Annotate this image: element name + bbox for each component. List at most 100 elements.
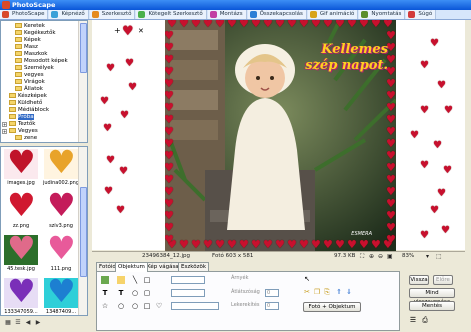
tab-icon	[2, 11, 9, 18]
delete-object-icon[interactable]: ✕	[138, 27, 144, 35]
tree-item[interactable]: Személyek	[15, 65, 54, 72]
tree-item[interactable]: Mosodott képek	[15, 58, 68, 65]
zoom-in-icon[interactable]: ⊕	[369, 253, 374, 260]
tree-item[interactable]: vegyes	[15, 72, 44, 79]
square-icon[interactable]: □	[143, 276, 151, 284]
fit-screen-icon[interactable]: ⛶	[360, 253, 364, 260]
cut-icon[interactable]: ✂	[303, 288, 311, 296]
tree-item[interactable]: Teztők	[9, 121, 35, 128]
forward-arrow-icon[interactable]: ▶	[34, 319, 42, 327]
heart-icon: ♥	[386, 185, 396, 198]
greeting-line-2: szép napot.	[305, 58, 388, 73]
folder-icon	[9, 128, 16, 133]
tree-item[interactable]: Készképek	[9, 93, 47, 100]
thumbnail-item[interactable]: ♥ 13487409...	[41, 274, 81, 315]
bring-front-icon[interactable]: ⇑	[335, 288, 343, 296]
expand-toggle-icon[interactable]: +	[2, 129, 7, 134]
undo-all-button[interactable]: Mind visszavonása	[409, 288, 455, 305]
tree-item-label: Médiáblock	[18, 107, 50, 113]
tree-item[interactable]: Vegyes	[9, 128, 38, 135]
print-icon[interactable]: ⎙	[421, 316, 429, 324]
heart-icon: ♥	[287, 20, 297, 30]
grid-view-icon[interactable]: ▦	[4, 319, 12, 327]
heart-icon: ♥	[437, 80, 446, 91]
send-back-icon[interactable]: ⇓	[345, 288, 353, 296]
folder-tree-scrollbar[interactable]	[78, 21, 87, 142]
photo-canvas[interactable]: ♥ ♥ ♥ ♥ ♥ ♥ ♥ ♥ ♥ ♥ ♥ ♥ ♥ ♥ ♥ ♥ ♥ ♥ ♥ ♥ ♥ ♥ ♥ ♥ ♥ ♥ ♥ ♥ ♥ ♥ ♥ ♥ ♥ ♥ ♥ ♥ ♥ ♥ ♥ ♥…	[165, 20, 396, 251]
main-tab[interactable]: Nyomtatás	[359, 10, 406, 19]
thumbnail-item[interactable]: ♥ 133347059...	[1, 274, 41, 315]
text-style-icon[interactable]: T	[117, 289, 125, 297]
main-tab[interactable]: Gif animáció	[307, 10, 359, 19]
zoom-dropdown-icon[interactable]: ▾	[426, 253, 429, 260]
heart-icon: ♥	[386, 161, 396, 174]
panel-tab[interactable]: Eszközök	[178, 262, 210, 271]
line-width-dropdown[interactable]	[171, 302, 219, 310]
tree-item[interactable]: Virágok	[15, 79, 45, 86]
tab-label: Súgó	[418, 11, 433, 17]
thumbnail-item[interactable]: ♥ judina002.png	[41, 147, 81, 188]
main-tab[interactable]: Képnéző	[49, 10, 89, 19]
tab-icon	[361, 11, 369, 18]
tree-item[interactable]: Maszkok	[15, 51, 47, 58]
selected-heart-object[interactable]: ♥ + ✕	[114, 25, 144, 41]
tree-item[interactable]: Küldhető	[9, 100, 42, 107]
select-pointer-icon[interactable]: ↖	[303, 275, 311, 283]
photo-object-button[interactable]: Fotó + Objektum	[303, 302, 361, 312]
main-tab[interactable]: Montázs	[207, 10, 247, 19]
thumbnail-item[interactable]: ♥ szív3.png	[41, 188, 81, 231]
actual-size-icon[interactable]: ▣	[387, 253, 393, 260]
rounding-input[interactable]: 0	[265, 302, 279, 310]
tree-item[interactable]: Masz	[15, 44, 38, 51]
expand-toggle-icon[interactable]: +	[2, 122, 7, 127]
thumbnail-item[interactable]: ♥ images.jpg	[1, 147, 41, 188]
menu-icon[interactable]: ☰	[409, 316, 417, 324]
photo-object-icon[interactable]	[101, 276, 109, 284]
paste-icon[interactable]: ⎘	[323, 288, 331, 296]
opacity-input[interactable]: 0	[265, 289, 279, 297]
filled-circle-icon[interactable]: ○	[131, 302, 139, 310]
ellipse-icon[interactable]: ○	[131, 289, 139, 297]
list-view-icon[interactable]: ☰	[14, 319, 22, 327]
undo-button[interactable]: Vissza	[409, 275, 429, 285]
save-button[interactable]: Mentés	[409, 301, 455, 311]
thumbnail-scrollbar[interactable]	[78, 147, 87, 315]
panel-tab[interactable]: Objektum	[115, 262, 148, 272]
main-tab[interactable]: Szerkesztő	[89, 10, 136, 19]
move-handle-icon[interactable]: +	[114, 27, 121, 35]
redo-button[interactable]: Előre	[433, 275, 453, 285]
tree-item[interactable]: Képek	[15, 37, 41, 44]
tree-item[interactable]: Keretek	[15, 23, 45, 30]
thumbnail-item[interactable]: ♥ zz.png	[1, 188, 41, 231]
heart-icon: ♥	[165, 137, 174, 150]
thumbnail-item[interactable]: ♥ 111.png	[41, 231, 81, 274]
thumbnail-item[interactable]: ♥ 45.tesk.jpg	[1, 231, 41, 274]
text-object-icon[interactable]: T	[101, 289, 109, 297]
heart-icon: ♥	[103, 123, 112, 134]
tree-item[interactable]: Állatok	[15, 86, 43, 93]
tree-item[interactable]: zene	[15, 135, 37, 142]
fullscreen-icon[interactable]: ⬚	[436, 253, 442, 260]
speech-balloon-icon[interactable]	[117, 276, 125, 284]
panel-tab[interactable]: Kép vágása	[144, 262, 182, 271]
tree-item[interactable]: Próba	[9, 114, 34, 121]
line-icon[interactable]: ╲	[131, 276, 139, 284]
copy-icon[interactable]: ❐	[313, 288, 321, 296]
heart-shape-icon[interactable]: ♡	[155, 302, 163, 310]
filled-square-icon[interactable]: □	[143, 302, 151, 310]
rounded-rect-icon[interactable]: ▢	[143, 289, 151, 297]
main-tab[interactable]: Súgó	[406, 10, 437, 19]
main-tab[interactable]: Összekapcsolás	[247, 10, 307, 19]
fill-color-dropdown[interactable]	[171, 289, 205, 297]
star-icon[interactable]: ☆	[101, 302, 109, 310]
main-tab[interactable]: Kötegelt Szerkesztő	[136, 10, 207, 19]
circle-icon[interactable]: ○	[117, 302, 125, 310]
line-color-dropdown[interactable]	[171, 276, 205, 284]
tree-item[interactable]: Kegékeztők	[15, 30, 56, 37]
tree-item[interactable]: Médiáblock	[9, 107, 49, 114]
zoom-out-icon[interactable]: ⊖	[378, 253, 383, 260]
back-arrow-icon[interactable]: ◀	[24, 319, 32, 327]
tree-item-label: Keretek	[24, 23, 45, 29]
main-tab[interactable]: PhotoScape	[0, 10, 49, 19]
heart-icon: ♥	[444, 105, 453, 116]
